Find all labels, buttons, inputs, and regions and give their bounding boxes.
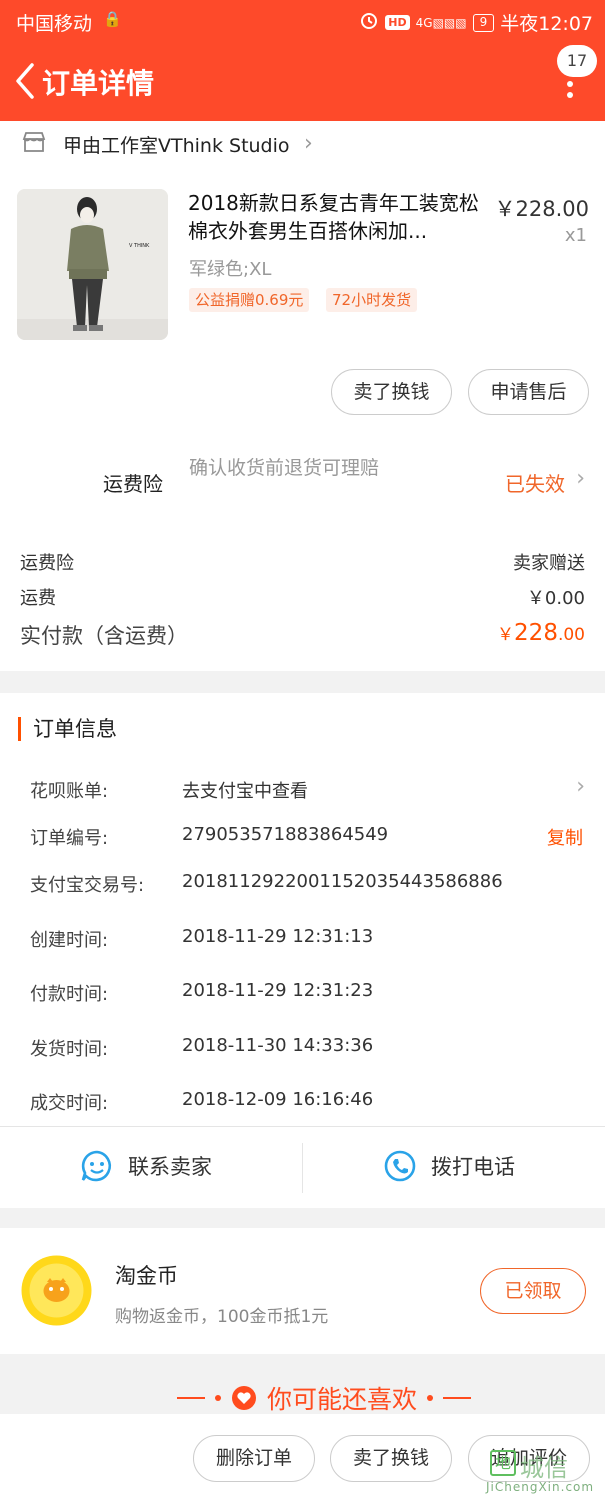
info-label: 成交时间: bbox=[30, 1093, 109, 1114]
total-paid-row: 实付款（含运费） ￥228.00 bbox=[20, 620, 585, 650]
hd-icon: HD bbox=[385, 15, 410, 30]
battery-icon: 9 bbox=[472, 13, 495, 32]
info-value: 2018-11-29 12:31:23 bbox=[182, 980, 374, 1001]
alarm-icon bbox=[359, 10, 379, 35]
info-value: 2018-12-09 16:16:46 bbox=[182, 1089, 374, 1110]
contact-seller-button[interactable]: 联系卖家 bbox=[80, 1149, 212, 1183]
product-price: ￥228.00 bbox=[494, 197, 589, 221]
total-currency: ￥ bbox=[497, 625, 515, 645]
coin-title: 淘金币 bbox=[115, 1264, 178, 1288]
total-amount: 228 bbox=[514, 620, 558, 646]
gold-coin-icon bbox=[21, 1255, 92, 1326]
carrier-label: 中国移动 bbox=[16, 13, 93, 35]
chat-bubble-icon bbox=[81, 1150, 112, 1182]
product-sku: 军绿色;XL bbox=[189, 259, 272, 280]
chevron-right-icon: › bbox=[304, 131, 313, 156]
info-label: 订单编号: bbox=[30, 828, 109, 849]
decor-line bbox=[177, 1397, 205, 1399]
shop-name[interactable]: 甲由工作室VThink Studio bbox=[63, 131, 290, 158]
divider bbox=[302, 1143, 303, 1193]
taojinbi-card: 淘金币 购物返金币，100金币抵1元 已领取 bbox=[0, 1228, 605, 1354]
back-arrow-icon[interactable] bbox=[10, 61, 40, 101]
charity-tag: 公益捐赠0.69元 bbox=[189, 288, 310, 312]
sell-for-cash-button[interactable]: 卖了换钱 bbox=[331, 369, 452, 415]
decor-line bbox=[443, 1397, 472, 1399]
shop-icon bbox=[22, 132, 46, 152]
info-label: 花呗账单: bbox=[30, 781, 109, 802]
decor-dot bbox=[215, 1395, 221, 1401]
page-title: 订单详情 bbox=[42, 67, 155, 100]
info-value: 2018-11-29 12:31:13 bbox=[182, 926, 374, 947]
total-decimals: .00 bbox=[557, 625, 585, 645]
chevron-right-icon: › bbox=[576, 774, 585, 799]
info-value: 2018-11-30 14:33:36 bbox=[182, 1035, 374, 1056]
total-value: ￥228.00 bbox=[497, 620, 585, 646]
fee-value: 卖家赠送 bbox=[513, 553, 585, 574]
section-title: 订单信息 bbox=[18, 717, 117, 741]
total-label: 实付款（含运费） bbox=[20, 624, 188, 648]
header-bar: 中国移动 🔒 HD 4G▧▧▧ 9 半夜12:07 订单详情 17 bbox=[0, 0, 605, 121]
product-image[interactable]: V THINK bbox=[17, 189, 168, 340]
copy-button[interactable]: 复制 bbox=[547, 824, 583, 850]
call-phone-label: 拨打电话 bbox=[431, 1155, 515, 1179]
title-bar: 订单详情 17 bbox=[0, 42, 605, 121]
heart-icon bbox=[232, 1386, 256, 1410]
contact-bar: 联系卖家 拨打电话 bbox=[0, 1126, 605, 1208]
watermark-logo: 地 城信 JiChengXin.com bbox=[484, 1446, 602, 1498]
coin-desc: 购物返金币，100金币抵1元 bbox=[115, 1307, 329, 1327]
product-title[interactable]: 2018新款日系复古青年工装宽松棉衣外套男生百搭休闲加... bbox=[188, 189, 483, 245]
call-phone-button[interactable]: 拨打电话 bbox=[383, 1149, 515, 1183]
fee-label: 运费险 bbox=[20, 553, 74, 574]
insurance-status[interactable]: 已失效 bbox=[505, 468, 565, 497]
phone-icon bbox=[384, 1150, 416, 1182]
insurance-desc: 确认收货前退货可理赔 bbox=[189, 457, 380, 479]
claimed-button[interactable]: 已领取 bbox=[480, 1268, 586, 1314]
info-label: 付款时间: bbox=[30, 984, 109, 1005]
info-label: 支付宝交易号: bbox=[30, 875, 145, 896]
product-image-logo: V THINK bbox=[129, 243, 150, 249]
sell-for-cash-button[interactable]: 卖了换钱 bbox=[330, 1435, 452, 1482]
recommend-title: 你可能还喜欢 bbox=[267, 1385, 418, 1414]
decor-dot bbox=[427, 1395, 434, 1401]
signal-icon: 4G▧▧▧ bbox=[415, 15, 467, 30]
fee-row-shipping: 运费 ￥0.00 bbox=[20, 584, 585, 610]
order-item-card: 甲由工作室VThink Studio › V THINK 2018新款日系复古青… bbox=[0, 121, 605, 671]
delete-order-button[interactable]: 删除订单 bbox=[193, 1435, 315, 1482]
info-label: 发货时间: bbox=[30, 1039, 109, 1060]
message-count-badge[interactable]: 17 bbox=[557, 45, 597, 77]
order-number: 279053571883864549 bbox=[182, 824, 389, 845]
product-quantity: x1 bbox=[564, 225, 587, 246]
after-sale-button[interactable]: 申请售后 bbox=[468, 369, 589, 415]
contact-seller-label: 联系卖家 bbox=[128, 1155, 212, 1179]
lock-icon: 🔒 bbox=[103, 10, 122, 28]
alipay-number: 2018112922001152035443586886 bbox=[182, 871, 503, 892]
info-label: 创建时间: bbox=[30, 930, 109, 951]
network-label: 4G bbox=[415, 15, 433, 30]
clock-label: 半夜12:07 bbox=[500, 13, 593, 35]
chevron-right-icon: › bbox=[576, 466, 585, 491]
fee-row-insurance: 运费险 卖家赠送 bbox=[20, 549, 585, 575]
watermark-text: 城信 bbox=[520, 1454, 568, 1482]
order-info-card: 订单信息 花呗账单: 去支付宝中查看 › 订单编号: 2790535718838… bbox=[0, 693, 605, 1208]
status-right: HD 4G▧▧▧ 9 半夜12:07 bbox=[359, 9, 593, 36]
status-bar: 中国移动 🔒 HD 4G▧▧▧ 9 半夜12:07 bbox=[0, 0, 605, 42]
info-value: 去支付宝中查看 bbox=[182, 781, 308, 802]
watermark-url: JiChengXin.com bbox=[486, 1480, 595, 1494]
fee-value: ￥0.00 bbox=[526, 588, 585, 609]
insurance-label: 运费险 bbox=[103, 472, 163, 496]
shipping-tag: 72小时发货 bbox=[326, 288, 418, 312]
shop-row[interactable]: 甲由工作室VThink Studio › bbox=[0, 121, 605, 166]
fee-label: 运费 bbox=[20, 588, 56, 609]
watermark-box-icon: 地 bbox=[490, 1450, 516, 1476]
